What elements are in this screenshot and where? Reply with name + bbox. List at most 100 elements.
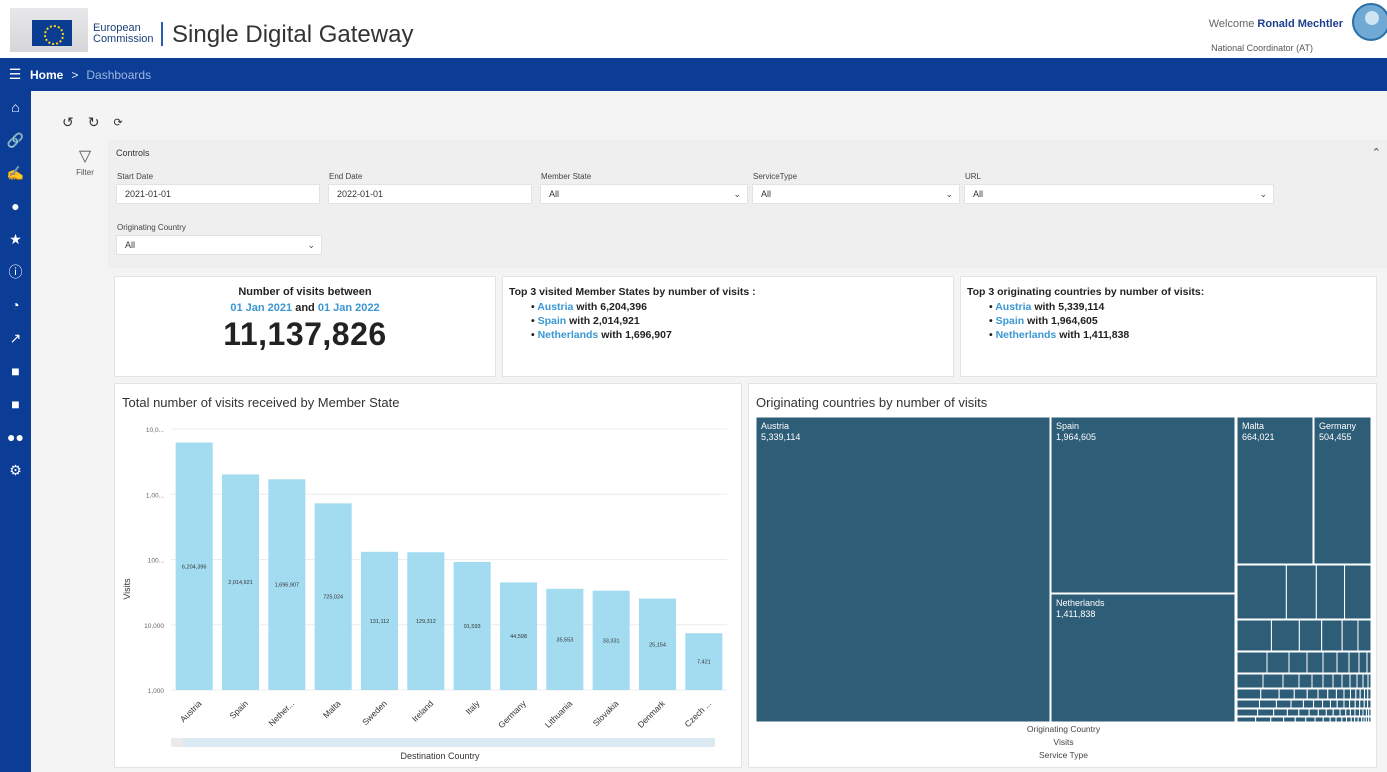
star-icon[interactable]: ★ [0, 227, 31, 251]
treemap-tile[interactable] [1322, 673, 1334, 689]
treemap-tile[interactable] [1236, 699, 1261, 709]
treemap-tile[interactable] [1285, 564, 1317, 620]
treemap-tile[interactable] [1317, 688, 1329, 700]
treemap-tile[interactable] [1356, 673, 1364, 689]
treemap-tile[interactable] [755, 416, 1051, 723]
treemap-tile[interactable] [1298, 673, 1313, 689]
treemap-tile[interactable] [1236, 619, 1272, 652]
country-link[interactable]: Spain [996, 315, 1025, 327]
treemap-tile[interactable] [1236, 673, 1264, 689]
treemap-tile[interactable] [1050, 416, 1236, 594]
treemap-tile[interactable] [1345, 708, 1351, 717]
treemap-tile[interactable] [1343, 688, 1351, 700]
treemap-tile[interactable] [1259, 699, 1277, 709]
treemap-tile[interactable] [1298, 619, 1323, 652]
treemap-tile[interactable] [1336, 651, 1350, 674]
treemap-tile[interactable] [1294, 716, 1307, 723]
treemap-tile[interactable] [1341, 716, 1348, 723]
treemap-tile[interactable] [1367, 699, 1372, 709]
treemap-tile[interactable] [1266, 651, 1290, 674]
home-icon[interactable]: ⌂ [0, 95, 31, 119]
treemap-tile[interactable] [1341, 619, 1359, 652]
treemap-tile[interactable] [1339, 708, 1347, 717]
treemap-tile[interactable] [1255, 716, 1272, 723]
filter-button[interactable]: ▽ Filter [72, 146, 98, 177]
ec-logo[interactable] [10, 8, 88, 52]
reset-icon[interactable]: ⟳ [113, 114, 122, 131]
treemap-tile[interactable] [1329, 716, 1337, 723]
originating-country-select[interactable]: All ⌄ [116, 235, 322, 255]
treemap-tile[interactable] [1332, 708, 1341, 717]
treemap-tile[interactable] [1270, 619, 1300, 652]
treemap-tile[interactable] [1257, 708, 1275, 717]
treemap-tile[interactable] [1273, 708, 1288, 717]
line-chart-icon[interactable]: ↗ [0, 326, 31, 350]
treemap-tile[interactable] [1293, 688, 1308, 700]
pie-chart-icon[interactable]: ◔ [0, 293, 31, 317]
user-name[interactable]: Ronald Mechtler [1257, 18, 1343, 30]
undo-icon[interactable]: ↺ [62, 114, 74, 131]
treemap-tile[interactable] [1362, 708, 1367, 717]
treemap-tile[interactable] [1357, 716, 1363, 723]
treemap-tile[interactable] [1270, 716, 1285, 723]
treemap-tile[interactable] [1236, 716, 1257, 723]
treemap-tile[interactable] [1322, 716, 1331, 723]
document-icon[interactable]: ■ [0, 392, 31, 416]
treemap-tile[interactable] [1286, 708, 1300, 717]
treemap-tile[interactable] [1283, 716, 1296, 723]
comments-icon[interactable]: ● [0, 194, 31, 218]
treemap-tile[interactable] [1349, 688, 1357, 700]
avatar[interactable] [1352, 3, 1387, 41]
country-link[interactable]: Austria [537, 301, 573, 313]
treemap-tile[interactable] [1348, 651, 1360, 674]
hamburger-menu-icon[interactable]: ☰ [0, 66, 30, 83]
redo-icon[interactable]: ↻ [88, 114, 100, 131]
treemap-tile[interactable] [1332, 673, 1343, 689]
treemap-tile[interactable] [1366, 651, 1372, 674]
country-link[interactable]: Spain [538, 315, 567, 327]
treemap-tile[interactable] [1236, 564, 1287, 620]
service-type-select[interactable]: All ⌄ [752, 184, 960, 204]
settings-icon[interactable]: ⚙ [0, 458, 31, 482]
chart-scrollbar[interactable] [171, 738, 715, 747]
treemap-tile[interactable] [1357, 619, 1372, 652]
users-icon[interactable]: ●● [0, 425, 31, 449]
info-icon[interactable]: ⓘ [0, 260, 31, 284]
start-date-input[interactable]: 2021-01-01 [116, 184, 320, 204]
treemap-tile[interactable] [1322, 699, 1331, 709]
treemap-tile[interactable] [1306, 651, 1324, 674]
treemap-tile[interactable] [1262, 673, 1284, 689]
treemap-tile[interactable] [1367, 673, 1372, 689]
treemap-tile[interactable] [1317, 708, 1327, 717]
treemap-tile[interactable] [1367, 688, 1372, 700]
treemap-tile[interactable] [1354, 708, 1361, 717]
chevron-up-icon[interactable]: ⌃ [1372, 146, 1381, 159]
treemap-tile[interactable] [1358, 651, 1368, 674]
treemap-tile[interactable] [1236, 708, 1259, 717]
treemap-tile[interactable] [1305, 716, 1316, 723]
treemap-tile[interactable] [1336, 699, 1345, 709]
treemap-tile[interactable] [1359, 688, 1366, 700]
treemap-tile[interactable] [1311, 673, 1324, 689]
treemap-tile[interactable] [1260, 688, 1280, 700]
treemap-tile[interactable] [1298, 708, 1310, 717]
treemap-tile[interactable] [1290, 699, 1304, 709]
country-link[interactable]: Austria [995, 301, 1031, 313]
treemap-tile[interactable] [1236, 651, 1268, 674]
country-link[interactable]: Netherlands [996, 329, 1057, 341]
breadcrumb-current[interactable]: Dashboards [86, 68, 151, 82]
scrollbar-handle[interactable] [171, 738, 183, 747]
treemap-tile[interactable] [1278, 688, 1295, 700]
treemap-tile[interactable] [1315, 564, 1346, 620]
breadcrumb-home[interactable]: Home [30, 68, 63, 82]
country-link[interactable]: Netherlands [538, 329, 599, 341]
treemap-tile[interactable] [1363, 699, 1369, 709]
treemap-tile[interactable] [1362, 673, 1369, 689]
treemap-tile[interactable] [1288, 651, 1308, 674]
treemap-tile[interactable] [1349, 708, 1356, 717]
treemap-tile[interactable] [1306, 688, 1319, 700]
treemap-tile[interactable] [1321, 619, 1343, 652]
treemap-tile[interactable] [1329, 699, 1338, 709]
document-icon[interactable]: ■ [0, 359, 31, 383]
treemap-tile[interactable] [1335, 688, 1345, 700]
